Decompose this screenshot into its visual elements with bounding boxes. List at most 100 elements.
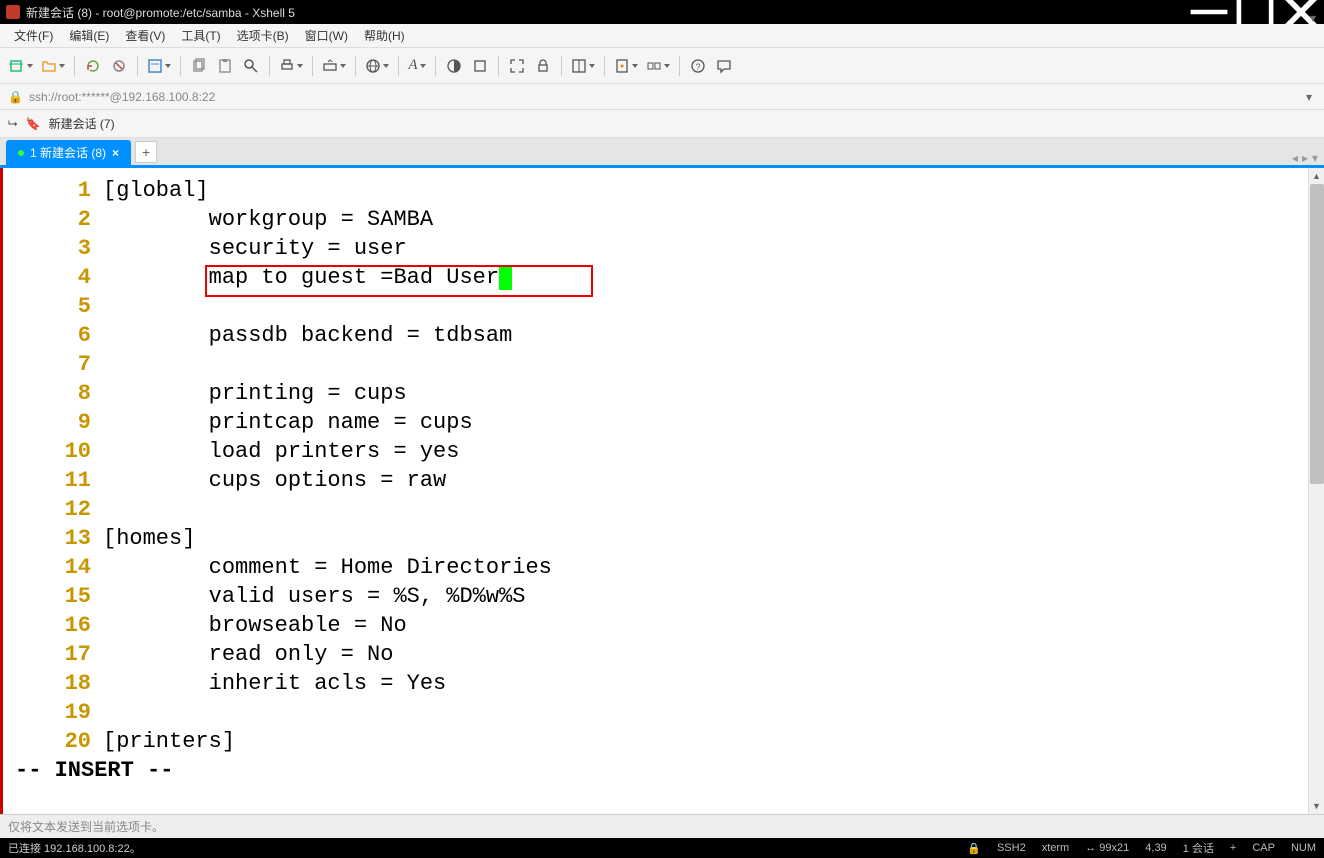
titlebar: 新建会话 (8) - root@promote:/etc/samba - Xsh…: [0, 0, 1324, 24]
code-text: [printers]: [103, 727, 1324, 756]
highlight-button[interactable]: [468, 52, 492, 80]
status-term: xterm: [1042, 842, 1070, 854]
fullscreen-button[interactable]: [505, 52, 529, 80]
window-title: 新建会话 (8) - root@promote:/etc/samba - Xsh…: [26, 4, 1186, 21]
tab-close-button[interactable]: ×: [112, 146, 119, 160]
code-line: 13[homes]: [3, 524, 1324, 553]
line-number: 7: [3, 350, 103, 379]
address-field[interactable]: ssh://root:******@192.168.100.8:22: [29, 90, 1302, 104]
code-text: comment = Home Directories: [103, 553, 1324, 582]
paste-button[interactable]: [213, 52, 237, 80]
code-line: 2 workgroup = SAMBA: [3, 205, 1324, 234]
code-line: 9 printcap name = cups: [3, 408, 1324, 437]
font-button[interactable]: A: [405, 52, 429, 80]
address-dropdown-button[interactable]: ▾: [1302, 90, 1316, 104]
tab-prev-button[interactable]: ◂: [1292, 151, 1298, 165]
code-text: security = user: [103, 234, 1324, 263]
bookmark-icon[interactable]: 🔖: [26, 117, 41, 131]
new-tab-button[interactable]: +: [135, 141, 157, 163]
language-button[interactable]: [362, 52, 392, 80]
lock-button[interactable]: [531, 52, 555, 80]
separator: [355, 56, 356, 76]
help-button[interactable]: ?: [686, 52, 710, 80]
code-text: printcap name = cups: [103, 408, 1324, 437]
forward-icon[interactable]: ⮡: [8, 116, 18, 131]
line-number: 13: [3, 524, 103, 553]
code-text: browseable = No: [103, 611, 1324, 640]
scroll-thumb[interactable]: [1310, 184, 1324, 484]
status-size: ↔ 99x21: [1085, 842, 1129, 854]
maximize-button[interactable]: [1232, 0, 1278, 24]
disconnect-button[interactable]: [107, 52, 131, 80]
new-session-button[interactable]: [6, 52, 36, 80]
code-line: 8 printing = cups: [3, 379, 1324, 408]
color-scheme-button[interactable]: [442, 52, 466, 80]
menu-help[interactable]: 帮助(H): [358, 25, 411, 46]
vim-mode: -- INSERT --: [3, 756, 1324, 785]
status-plus[interactable]: +: [1230, 842, 1236, 854]
tunnel-button[interactable]: [643, 52, 673, 80]
properties-button[interactable]: [144, 52, 174, 80]
status-sessions: 1 会话: [1183, 840, 1214, 856]
session-nav-label[interactable]: 新建会话 (7): [49, 115, 115, 132]
scrollbar[interactable]: ▲ ▼: [1308, 168, 1324, 814]
open-button[interactable]: [38, 52, 68, 80]
code-text: [103, 495, 1324, 524]
code-text: cups options = raw: [103, 466, 1324, 495]
terminal[interactable]: 1[global]2 workgroup = SAMBA3 security =…: [3, 168, 1324, 814]
line-number: 16: [3, 611, 103, 640]
statusbar: 已连接 192.168.100.8:22。 🔒 SSH2 xterm ↔ 99x…: [0, 838, 1324, 858]
print-button[interactable]: [276, 52, 306, 80]
tab-label: 1 新建会话 (8): [30, 144, 106, 161]
reconnect-button[interactable]: [81, 52, 105, 80]
tab-active[interactable]: 1 新建会话 (8) ×: [6, 140, 131, 165]
find-button[interactable]: [239, 52, 263, 80]
copy-button[interactable]: [187, 52, 211, 80]
menu-view[interactable]: 查看(V): [119, 25, 171, 46]
transfer-button[interactable]: [319, 52, 349, 80]
toolbar-overflow-button[interactable]: ▾: [1306, 4, 1320, 32]
cursor: [499, 266, 512, 290]
separator: [435, 56, 436, 76]
tab-list-button[interactable]: ▾: [1312, 151, 1318, 165]
menu-window[interactable]: 窗口(W): [299, 25, 354, 46]
menu-tabs[interactable]: 选项卡(B): [231, 25, 295, 46]
menubar: 文件(F) 编辑(E) 查看(V) 工具(T) 选项卡(B) 窗口(W) 帮助(…: [0, 24, 1324, 48]
menu-edit[interactable]: 编辑(E): [63, 25, 115, 46]
code-line: 7: [3, 350, 1324, 379]
code-line: 19: [3, 698, 1324, 727]
app-icon: [6, 5, 20, 19]
code-text: printing = cups: [103, 379, 1324, 408]
code-line: 11 cups options = raw: [3, 466, 1324, 495]
code-text: [homes]: [103, 524, 1324, 553]
code-line: 14 comment = Home Directories: [3, 553, 1324, 582]
scroll-up-button[interactable]: ▲: [1309, 168, 1324, 184]
minimize-button[interactable]: [1186, 0, 1232, 24]
code-line: 17 read only = No: [3, 640, 1324, 669]
terminal-area[interactable]: 1[global]2 workgroup = SAMBA3 security =…: [0, 168, 1324, 814]
code-text: [103, 350, 1324, 379]
status-proto: SSH2: [997, 842, 1026, 854]
code-line: 18 inherit acls = Yes: [3, 669, 1324, 698]
line-number: 3: [3, 234, 103, 263]
code-line: 4 map to guest =Bad User: [3, 263, 1324, 292]
code-line: 10 load printers = yes: [3, 437, 1324, 466]
status-num: NUM: [1291, 842, 1316, 854]
separator: [398, 56, 399, 76]
separator: [561, 56, 562, 76]
line-number: 18: [3, 669, 103, 698]
separator: [137, 56, 138, 76]
scroll-down-button[interactable]: ▼: [1309, 798, 1324, 814]
line-number: 17: [3, 640, 103, 669]
menu-file[interactable]: 文件(F): [8, 25, 59, 46]
separator: [604, 56, 605, 76]
menu-tools[interactable]: 工具(T): [175, 25, 226, 46]
code-line: 3 security = user: [3, 234, 1324, 263]
layout-button[interactable]: [568, 52, 598, 80]
code-text: workgroup = SAMBA: [103, 205, 1324, 234]
line-number: 5: [3, 292, 103, 321]
feedback-button[interactable]: [712, 52, 736, 80]
tab-next-button[interactable]: ▸: [1302, 151, 1308, 165]
line-number: 19: [3, 698, 103, 727]
script-button[interactable]: [611, 52, 641, 80]
